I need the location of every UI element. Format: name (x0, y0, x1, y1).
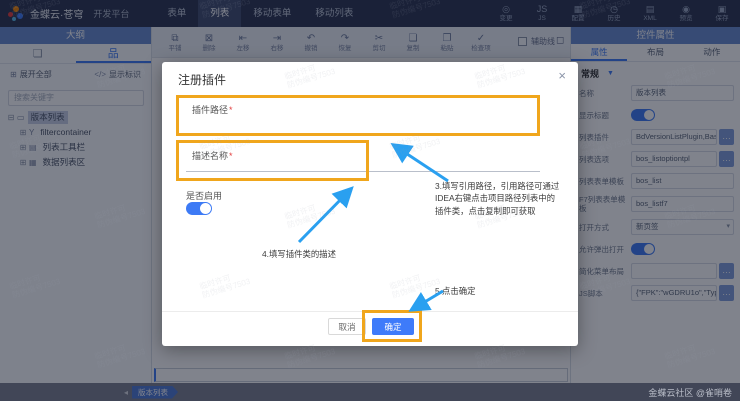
annotation-line: IDEA右键点击项目路径列表中的 (435, 192, 571, 204)
required-mark: * (229, 105, 233, 115)
enable-toggle[interactable] (186, 202, 212, 215)
plugin-path-label: 插件路径* (192, 103, 233, 116)
annotation-step4: 4.填写插件类的描述 (262, 248, 336, 260)
dialog-title: 注册插件 (178, 71, 226, 88)
annotation-line: 插件类，点击复制即可获取 (435, 205, 571, 217)
enable-label: 是否启用 (186, 189, 222, 202)
app-window: 金蝶云·苍穹 开发平台 表单列表移动表单移动列表 ◎变更JSJS▦配置◷历史▤X… (0, 0, 740, 401)
site-watermark: 金蝶云社区 @雀哨卷 (648, 386, 732, 399)
dialog-footer-divider (162, 311, 578, 312)
close-icon[interactable]: × (558, 68, 566, 83)
description-input[interactable] (186, 155, 540, 172)
cancel-button[interactable]: 取消 (328, 318, 366, 335)
annotation-step3: 3.填写引用路径，引用路径可通过IDEA右键点击项目路径列表中的插件类，点击复制… (435, 180, 571, 217)
register-plugin-dialog: 注册插件 × 插件路径* 描述名称* 是否启用 3.填写引用路径，引用路径可通过… (162, 62, 578, 346)
annotation-line: 3.填写引用路径，引用路径可通过 (435, 180, 571, 192)
annotation-step5: 5.点击确定 (435, 285, 475, 297)
confirm-button[interactable]: 确定 (372, 318, 414, 335)
